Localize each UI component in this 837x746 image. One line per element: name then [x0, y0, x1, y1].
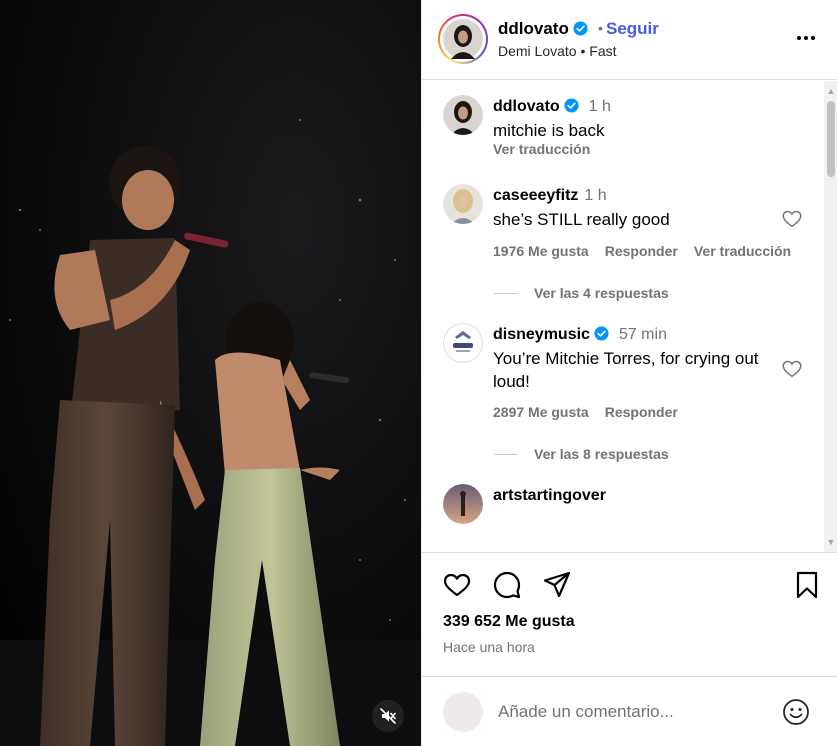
caption-avatar[interactable] — [443, 95, 483, 135]
reply-button[interactable]: Responder — [605, 243, 678, 259]
scrollbar-thumb[interactable] — [827, 101, 835, 177]
comment-input[interactable] — [498, 699, 768, 725]
post-actions: 339 652 Me gusta Hace una hora — [422, 552, 837, 672]
smiley-icon[interactable] — [782, 698, 810, 726]
caption-text: mitchie is back — [493, 121, 605, 140]
likes-count[interactable]: 339 652 Me gusta — [443, 613, 575, 631]
verified-badge-icon — [564, 98, 579, 113]
comment-likes-count[interactable]: 1976 Me gusta — [493, 243, 589, 259]
avatar-image — [443, 19, 483, 59]
comment-avatar[interactable] — [443, 184, 483, 224]
more-horizontal-icon — [797, 36, 801, 40]
verified-badge-icon — [594, 326, 609, 341]
comment-time[interactable]: 1 h — [584, 187, 606, 204]
view-replies-button[interactable]: Ver las 4 respuestas — [494, 285, 669, 301]
caption-username[interactable]: ddlovato 1 h — [493, 98, 611, 116]
post-time[interactable]: Hace una hora — [443, 639, 535, 655]
verified-badge-icon — [573, 21, 588, 36]
comments-scrollbar[interactable]: ▲ ▼ — [824, 81, 837, 552]
post-side-panel: ddlovato • Seguir Demi Lovato • Fast ddl… — [421, 0, 837, 746]
comment-time[interactable]: 57 min — [619, 326, 667, 343]
follow-button[interactable]: Seguir — [606, 19, 659, 39]
reply-button[interactable]: Responder — [605, 404, 678, 420]
translate-link[interactable]: Ver traducción — [694, 243, 791, 259]
concert-photo — [0, 0, 421, 746]
comment-likes-count[interactable]: 2897 Me gusta — [493, 404, 589, 420]
comment-text-line-1: You’re Mitchie Torres, for crying out — [493, 349, 759, 368]
comment-bubble-icon[interactable] — [492, 570, 522, 600]
bookmark-icon[interactable] — [792, 570, 822, 600]
paper-plane-icon[interactable] — [542, 570, 572, 600]
post-media-video[interactable] — [0, 0, 421, 746]
mute-button[interactable] — [372, 700, 404, 732]
comment-text: she’s STILL really good — [493, 210, 670, 229]
comment-meta: 2897 Me gusta Responder — [493, 404, 678, 420]
caption-time[interactable]: 1 h — [589, 98, 611, 115]
comment-meta: 1976 Me gusta Responder Ver traducción — [493, 243, 791, 259]
separator-dot: • — [598, 20, 603, 36]
comment-text-line-2: loud! — [493, 372, 530, 391]
current-user-avatar — [443, 692, 483, 732]
comment-like-heart-icon[interactable] — [781, 208, 803, 230]
comment-username[interactable]: caseeeyfitz 1 h — [493, 187, 607, 205]
comment-composer — [422, 676, 837, 746]
comment-avatar[interactable] — [443, 323, 483, 363]
speaker-muted-icon — [380, 708, 396, 724]
comments-list: ddlovato 1 h mitchie is back Ver traducci… — [422, 81, 837, 552]
comment-username[interactable]: disneymusic 57 min — [493, 326, 667, 344]
author-username[interactable]: ddlovato — [498, 19, 588, 39]
comment-username[interactable]: artstartingover — [493, 487, 606, 505]
caption-translate-link[interactable]: Ver traducción — [493, 141, 590, 157]
view-replies-button[interactable]: Ver las 8 respuestas — [494, 446, 669, 462]
comment-avatar[interactable] — [443, 484, 483, 524]
audio-subtitle[interactable]: Demi Lovato • Fast — [498, 43, 617, 59]
post-header: ddlovato • Seguir Demi Lovato • Fast — [422, 0, 837, 80]
comment-like-heart-icon[interactable] — [781, 358, 803, 380]
more-options-button[interactable] — [794, 28, 818, 48]
heart-icon[interactable] — [442, 570, 472, 600]
author-avatar[interactable] — [438, 14, 488, 64]
